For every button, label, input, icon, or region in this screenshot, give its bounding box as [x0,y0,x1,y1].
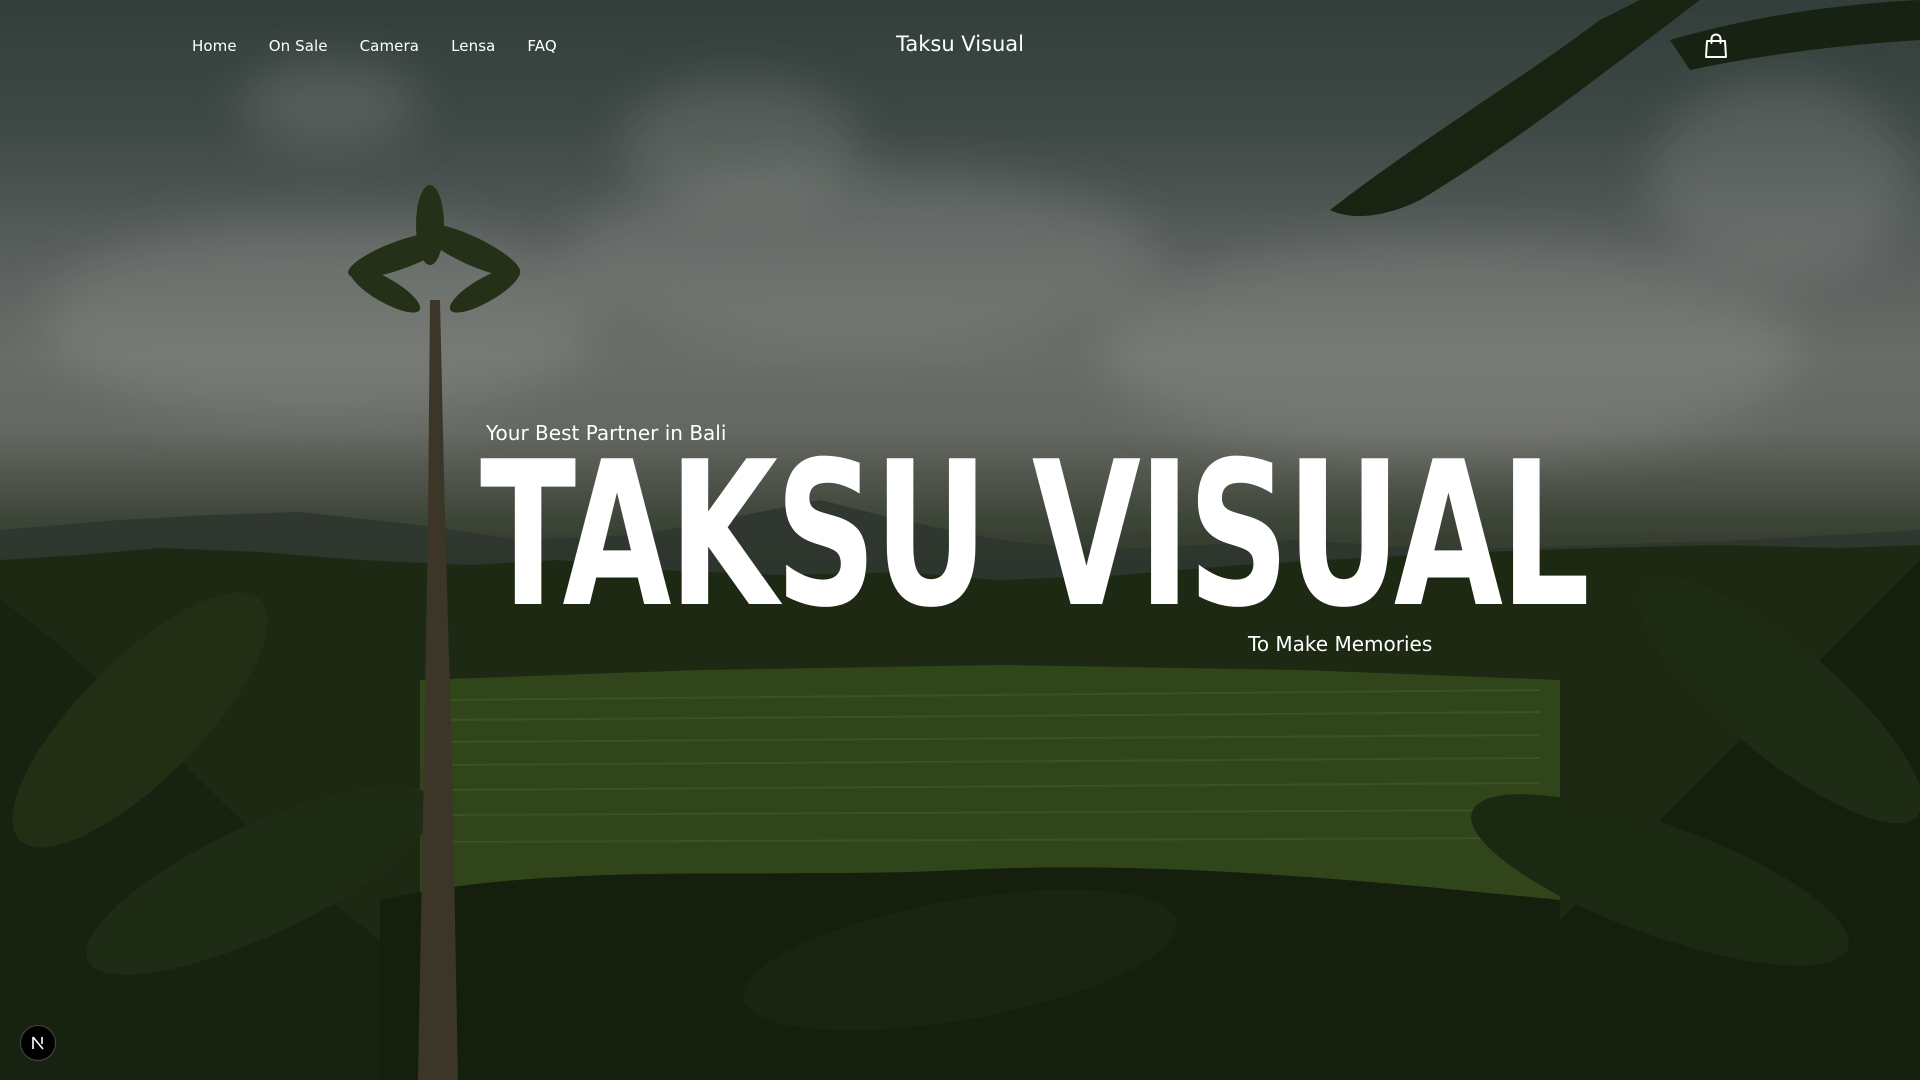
shopping-bag-icon-graphic [1705,33,1727,58]
hero-title: TAKSU VISUAL [480,419,1590,652]
shopping-bag-icon[interactable] [1704,33,1728,59]
nextjs-badge[interactable] [20,1025,56,1061]
hero-subline: To Make Memories [1248,632,1433,656]
top-navigation: Home On Sale Camera Lensa FAQ Taksu Visu… [0,0,1920,92]
brand-logo-text[interactable]: Taksu Visual [0,32,1920,56]
hero-section: Home On Sale Camera Lensa FAQ Taksu Visu… [0,0,1920,1080]
nextjs-n-icon [32,1036,44,1050]
